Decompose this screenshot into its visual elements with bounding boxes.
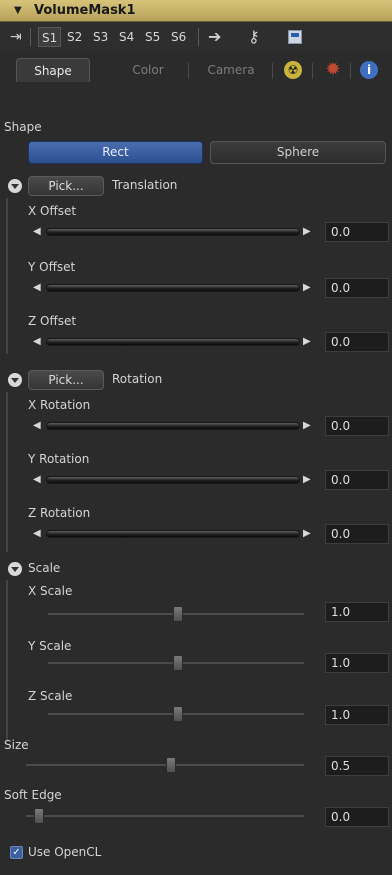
scale-group-label: Scale xyxy=(28,561,61,575)
translation-collapse-icon[interactable] xyxy=(8,179,22,193)
tab-camera[interactable]: Camera xyxy=(196,58,266,82)
x-offset-field[interactable]: 0.0 xyxy=(325,222,389,242)
translation-pick-button[interactable]: Pick... xyxy=(28,176,104,196)
x-offset-thumbwheel[interactable] xyxy=(46,228,300,236)
soft-edge-label: Soft Edge xyxy=(4,788,62,802)
z-offset-label: Z Offset xyxy=(28,314,77,328)
z-rotation-field[interactable]: 0.0 xyxy=(325,524,389,544)
soft-edge-slider-track[interactable] xyxy=(26,815,304,817)
z-offset-increment-icon[interactable]: ▶ xyxy=(303,336,311,347)
z-offset-decrement-icon[interactable]: ◀ xyxy=(33,336,41,347)
info-icon[interactable]: i xyxy=(360,61,378,79)
rotation-collapse-icon[interactable] xyxy=(8,373,22,387)
y-offset-thumbwheel[interactable] xyxy=(46,284,300,292)
use-opencl-checkbox[interactable]: ✓ xyxy=(10,846,23,859)
size-slider-handle[interactable] xyxy=(166,757,176,773)
z-rotation-label: Z Rotation xyxy=(28,506,91,520)
save-icon[interactable] xyxy=(288,30,302,44)
slot-s5[interactable]: S5 xyxy=(145,27,160,47)
z-scale-slider-handle[interactable] xyxy=(173,706,183,722)
node-title: VolumeMask1 xyxy=(34,3,136,18)
tab-divider xyxy=(312,63,313,79)
slot-s6[interactable]: S6 xyxy=(171,27,186,47)
x-rotation-thumbwheel[interactable] xyxy=(46,422,300,430)
scale-group-bar xyxy=(6,580,8,740)
soft-edge-slider-handle[interactable] xyxy=(34,808,44,824)
shape-label: Shape xyxy=(4,120,42,134)
tab-bar: Shape Color Camera ☢ ✹ i xyxy=(0,52,392,84)
soft-edge-field[interactable]: 0.0 xyxy=(325,807,389,827)
rotation-group-label: Rotation xyxy=(112,372,163,386)
z-scale-label: Z Scale xyxy=(28,689,73,703)
use-opencl-label: Use OpenCL xyxy=(28,845,102,859)
size-field[interactable]: 0.5 xyxy=(325,756,389,776)
radioactive-icon[interactable]: ☢ xyxy=(284,61,302,79)
y-rotation-label: Y Rotation xyxy=(28,452,90,466)
tab-divider xyxy=(350,63,351,79)
x-offset-decrement-icon[interactable]: ◀ xyxy=(33,226,41,237)
rect-button[interactable]: Rect xyxy=(28,141,203,164)
size-slider-track[interactable] xyxy=(26,764,304,766)
y-offset-decrement-icon[interactable]: ◀ xyxy=(33,282,41,293)
z-offset-field[interactable]: 0.0 xyxy=(325,332,389,352)
sphere-button[interactable]: Sphere xyxy=(210,141,386,164)
shape-tab-content: Shape Rect Sphere Pick... Translation X … xyxy=(0,84,392,875)
gear-icon[interactable]: ✹ xyxy=(324,61,342,79)
x-scale-field[interactable]: 1.0 xyxy=(325,602,389,622)
rotation-group-bar xyxy=(6,392,8,552)
y-rotation-field[interactable]: 0.0 xyxy=(325,470,389,490)
x-scale-label: X Scale xyxy=(28,584,73,598)
y-offset-increment-icon[interactable]: ▶ xyxy=(303,282,311,293)
slot-s2[interactable]: S2 xyxy=(67,27,82,47)
rotation-pick-button[interactable]: Pick... xyxy=(28,370,104,390)
y-scale-label: Y Scale xyxy=(28,639,72,653)
y-rotation-thumbwheel[interactable] xyxy=(46,476,300,484)
y-rotation-increment-icon[interactable]: ▶ xyxy=(303,474,311,485)
z-rotation-thumbwheel[interactable] xyxy=(46,530,300,538)
volume-mask-panel: ▼ VolumeMask1 ⇥ S1 S2 S3 S4 S5 S6 ➔ ⚷ Sh… xyxy=(0,0,392,875)
x-rotation-field[interactable]: 0.0 xyxy=(325,416,389,436)
x-rotation-label: X Rotation xyxy=(28,398,91,412)
pin-arrow-icon[interactable]: ➔ xyxy=(208,27,221,46)
collapse-triangle-icon[interactable]: ▼ xyxy=(14,5,22,16)
tab-shape[interactable]: Shape xyxy=(16,58,90,82)
toolbar-divider xyxy=(198,28,199,46)
y-offset-label: Y Offset xyxy=(28,260,76,274)
toolbar: ⇥ S1 S2 S3 S4 S5 S6 ➔ ⚷ xyxy=(0,22,392,52)
x-scale-slider-handle[interactable] xyxy=(173,606,183,622)
tab-divider xyxy=(188,63,189,79)
node-title-bar[interactable]: ▼ VolumeMask1 xyxy=(0,0,392,22)
scale-collapse-icon[interactable] xyxy=(8,562,22,576)
slot-s3[interactable]: S3 xyxy=(93,27,108,47)
y-offset-field[interactable]: 0.0 xyxy=(325,278,389,298)
y-scale-slider-handle[interactable] xyxy=(173,655,183,671)
slot-s1[interactable]: S1 xyxy=(38,27,62,47)
translation-group-label: Translation xyxy=(112,178,178,192)
size-label: Size xyxy=(4,738,29,752)
key-icon[interactable]: ⚷ xyxy=(248,27,260,46)
x-offset-label: X Offset xyxy=(28,204,77,218)
z-scale-field[interactable]: 1.0 xyxy=(325,705,389,725)
z-rotation-increment-icon[interactable]: ▶ xyxy=(303,528,311,539)
tab-color[interactable]: Color xyxy=(118,58,178,82)
pin-icon[interactable]: ⇥ xyxy=(10,29,22,45)
z-rotation-decrement-icon[interactable]: ◀ xyxy=(33,528,41,539)
slot-s4[interactable]: S4 xyxy=(119,27,134,47)
y-rotation-decrement-icon[interactable]: ◀ xyxy=(33,474,41,485)
x-offset-increment-icon[interactable]: ▶ xyxy=(303,226,311,237)
x-rotation-decrement-icon[interactable]: ◀ xyxy=(33,420,41,431)
y-scale-field[interactable]: 1.0 xyxy=(325,653,389,673)
tab-divider xyxy=(272,63,273,79)
toolbar-divider xyxy=(30,28,31,46)
z-offset-thumbwheel[interactable] xyxy=(46,338,300,346)
translation-group-bar xyxy=(6,198,8,354)
x-rotation-increment-icon[interactable]: ▶ xyxy=(303,420,311,431)
